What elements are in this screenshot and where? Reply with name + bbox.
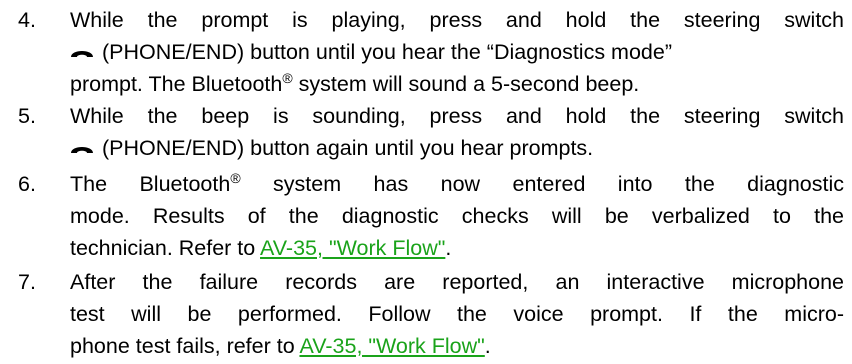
step-number: 4.	[18, 8, 36, 32]
step-line-text: system has now entered into the diagnost…	[240, 172, 844, 196]
phone-handset-icon	[71, 146, 93, 153]
step-line: After the failure records are reported, …	[70, 270, 844, 294]
step-line: technician. Refer to AV-35, "Work Flow".	[70, 232, 844, 264]
step-line: mode. Results of the diagnostic checks w…	[70, 204, 844, 228]
step-line: (PHONE/END) button until you hear the “D…	[70, 36, 844, 68]
step-text: The Bluetooth® system has now entered in…	[70, 168, 844, 264]
step-line-text: phone test fails, refer to	[70, 334, 300, 358]
step-line-text: (PHONE/END) button again until you hear …	[102, 136, 594, 160]
step-line-text: .	[445, 236, 452, 260]
step-text: While the beep is sounding, press and ho…	[70, 100, 844, 164]
step-text: While the prompt is playing, press and h…	[70, 4, 844, 100]
registered-mark: ®	[230, 169, 241, 186]
step-line-text: (PHONE/END) button until you hear the “D…	[102, 40, 672, 64]
step-line-text: The Bluetooth	[70, 172, 231, 196]
step-line: test will be performed. Follow the voice…	[70, 302, 844, 326]
step-line-text: .	[484, 334, 491, 358]
work-flow-link[interactable]: AV-35, "Work Flow"	[299, 334, 484, 358]
step-number: 6.	[18, 172, 36, 196]
step-line: The Bluetooth® system has now entered in…	[70, 168, 844, 200]
step-line-text: prompt. The Bluetooth	[70, 72, 283, 96]
work-flow-link[interactable]: AV-35, "Work Flow"	[260, 236, 445, 260]
step-line: While the beep is sounding, press and ho…	[70, 104, 844, 128]
step-number: 5.	[18, 104, 36, 128]
step-line: (PHONE/END) button again until you hear …	[70, 132, 844, 164]
step-line: prompt. The Bluetooth® system will sound…	[70, 68, 844, 100]
step-line-text: technician. Refer to	[70, 236, 261, 260]
step-line: While the prompt is playing, press and h…	[70, 8, 844, 32]
step-text: After the failure records are reported, …	[70, 266, 844, 362]
phone-handset-icon	[71, 50, 93, 57]
step-number: 7.	[18, 270, 36, 294]
step-line: phone test fails, refer to AV-35, "Work …	[70, 330, 844, 362]
step-line-text: system will sound a 5-second beep.	[292, 72, 640, 96]
registered-mark: ®	[282, 69, 293, 86]
service-manual-procedure: 4. While the prompt is playing, press an…	[0, 0, 852, 364]
